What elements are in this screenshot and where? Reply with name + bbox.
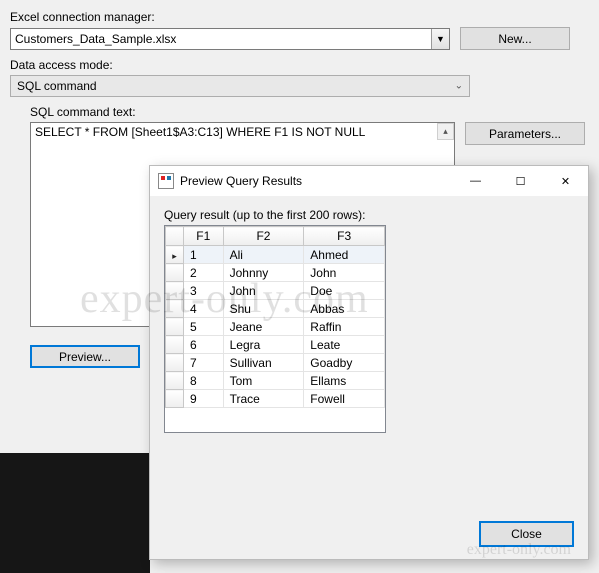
table-cell[interactable]: 1 [184,246,224,264]
row-selector[interactable] [166,336,184,354]
row-selector[interactable] [166,390,184,408]
table-cell[interactable]: 9 [184,390,224,408]
chevron-down-icon: ⌄ [455,81,463,92]
column-header[interactable]: F3 [304,227,385,246]
query-result-caption: Query result (up to the first 200 rows): [164,208,574,222]
row-selector[interactable] [166,300,184,318]
column-header[interactable]: F1 [184,227,224,246]
table-cell[interactable]: Fowell [304,390,385,408]
table-cell[interactable]: Tom [223,372,304,390]
table-row[interactable]: ▸ 1AliAhmed [166,246,385,264]
data-access-mode-label: Data access mode: [10,58,589,72]
table-cell[interactable]: 6 [184,336,224,354]
dialog-titlebar[interactable]: Preview Query Results — ☐ ✕ [150,166,588,196]
table-cell[interactable]: Trace [223,390,304,408]
row-selector[interactable] [166,282,184,300]
data-access-mode-value: SQL command [17,79,97,93]
app-icon [158,173,174,189]
table-row[interactable]: 5JeaneRaffin [166,318,385,336]
row-selector[interactable] [166,318,184,336]
table-cell[interactable]: 3 [184,282,224,300]
table-cell[interactable]: Jeane [223,318,304,336]
table-cell[interactable]: Ahmed [304,246,385,264]
sql-text-value: SELECT * FROM [Sheet1$A3:C13] WHERE F1 I… [35,125,365,139]
table-row[interactable]: 6LegraLeate [166,336,385,354]
sql-text-label: SQL command text: [30,105,589,119]
close-button[interactable]: Close [479,521,574,547]
dark-footer-strip [0,453,150,573]
table-row[interactable]: 4ShuAbbas [166,300,385,318]
results-grid[interactable]: F1F2F3▸1AliAhmed2JohnnyJohn3JohnDoe4ShuA… [164,225,386,433]
table-cell[interactable]: 8 [184,372,224,390]
table-cell[interactable]: Shu [223,300,304,318]
table-row[interactable]: 2JohnnyJohn [166,264,385,282]
table-cell[interactable]: Abbas [304,300,385,318]
table-cell[interactable]: Sullivan [223,354,304,372]
table-cell[interactable]: Leate [304,336,385,354]
close-window-button[interactable]: ✕ [543,166,588,196]
dialog-title: Preview Query Results [180,174,453,188]
current-row-icon: ▸ [172,251,177,261]
table-cell[interactable]: Doe [304,282,385,300]
table-cell[interactable]: John [304,264,385,282]
table-row[interactable]: 9TraceFowell [166,390,385,408]
parameters-button[interactable]: Parameters... [465,122,585,145]
table-cell[interactable]: Legra [223,336,304,354]
table-cell[interactable]: Goadby [304,354,385,372]
maximize-button[interactable]: ☐ [498,166,543,196]
table-cell[interactable]: Johnny [223,264,304,282]
table-cell[interactable]: 7 [184,354,224,372]
preview-button[interactable]: Preview... [30,345,140,368]
row-selector[interactable]: ▸ [166,246,184,264]
row-header-corner [166,227,184,246]
table-cell[interactable]: 4 [184,300,224,318]
connection-manager-combo[interactable]: Customers_Data_Sample.xlsx ▼ [10,28,450,50]
table-row[interactable]: 8TomEllams [166,372,385,390]
table-cell[interactable]: John [223,282,304,300]
data-access-mode-select[interactable]: SQL command ⌄ [10,75,470,97]
minimize-button[interactable]: — [453,166,498,196]
chevron-down-icon[interactable]: ▼ [431,29,449,49]
table-cell[interactable]: 2 [184,264,224,282]
connection-manager-label: Excel connection manager: [10,10,589,24]
scroll-up-icon[interactable]: ▴ [437,123,454,140]
row-selector[interactable] [166,372,184,390]
table-cell[interactable]: 5 [184,318,224,336]
table-cell[interactable]: Ellams [304,372,385,390]
preview-query-results-dialog: Preview Query Results — ☐ ✕ Query result… [149,165,589,560]
column-header[interactable]: F2 [223,227,304,246]
connection-manager-value: Customers_Data_Sample.xlsx [15,32,176,46]
table-cell[interactable]: Raffin [304,318,385,336]
table-cell[interactable]: Ali [223,246,304,264]
new-button[interactable]: New... [460,27,570,50]
row-selector[interactable] [166,264,184,282]
table-row[interactable]: 7SullivanGoadby [166,354,385,372]
row-selector[interactable] [166,354,184,372]
table-row[interactable]: 3JohnDoe [166,282,385,300]
